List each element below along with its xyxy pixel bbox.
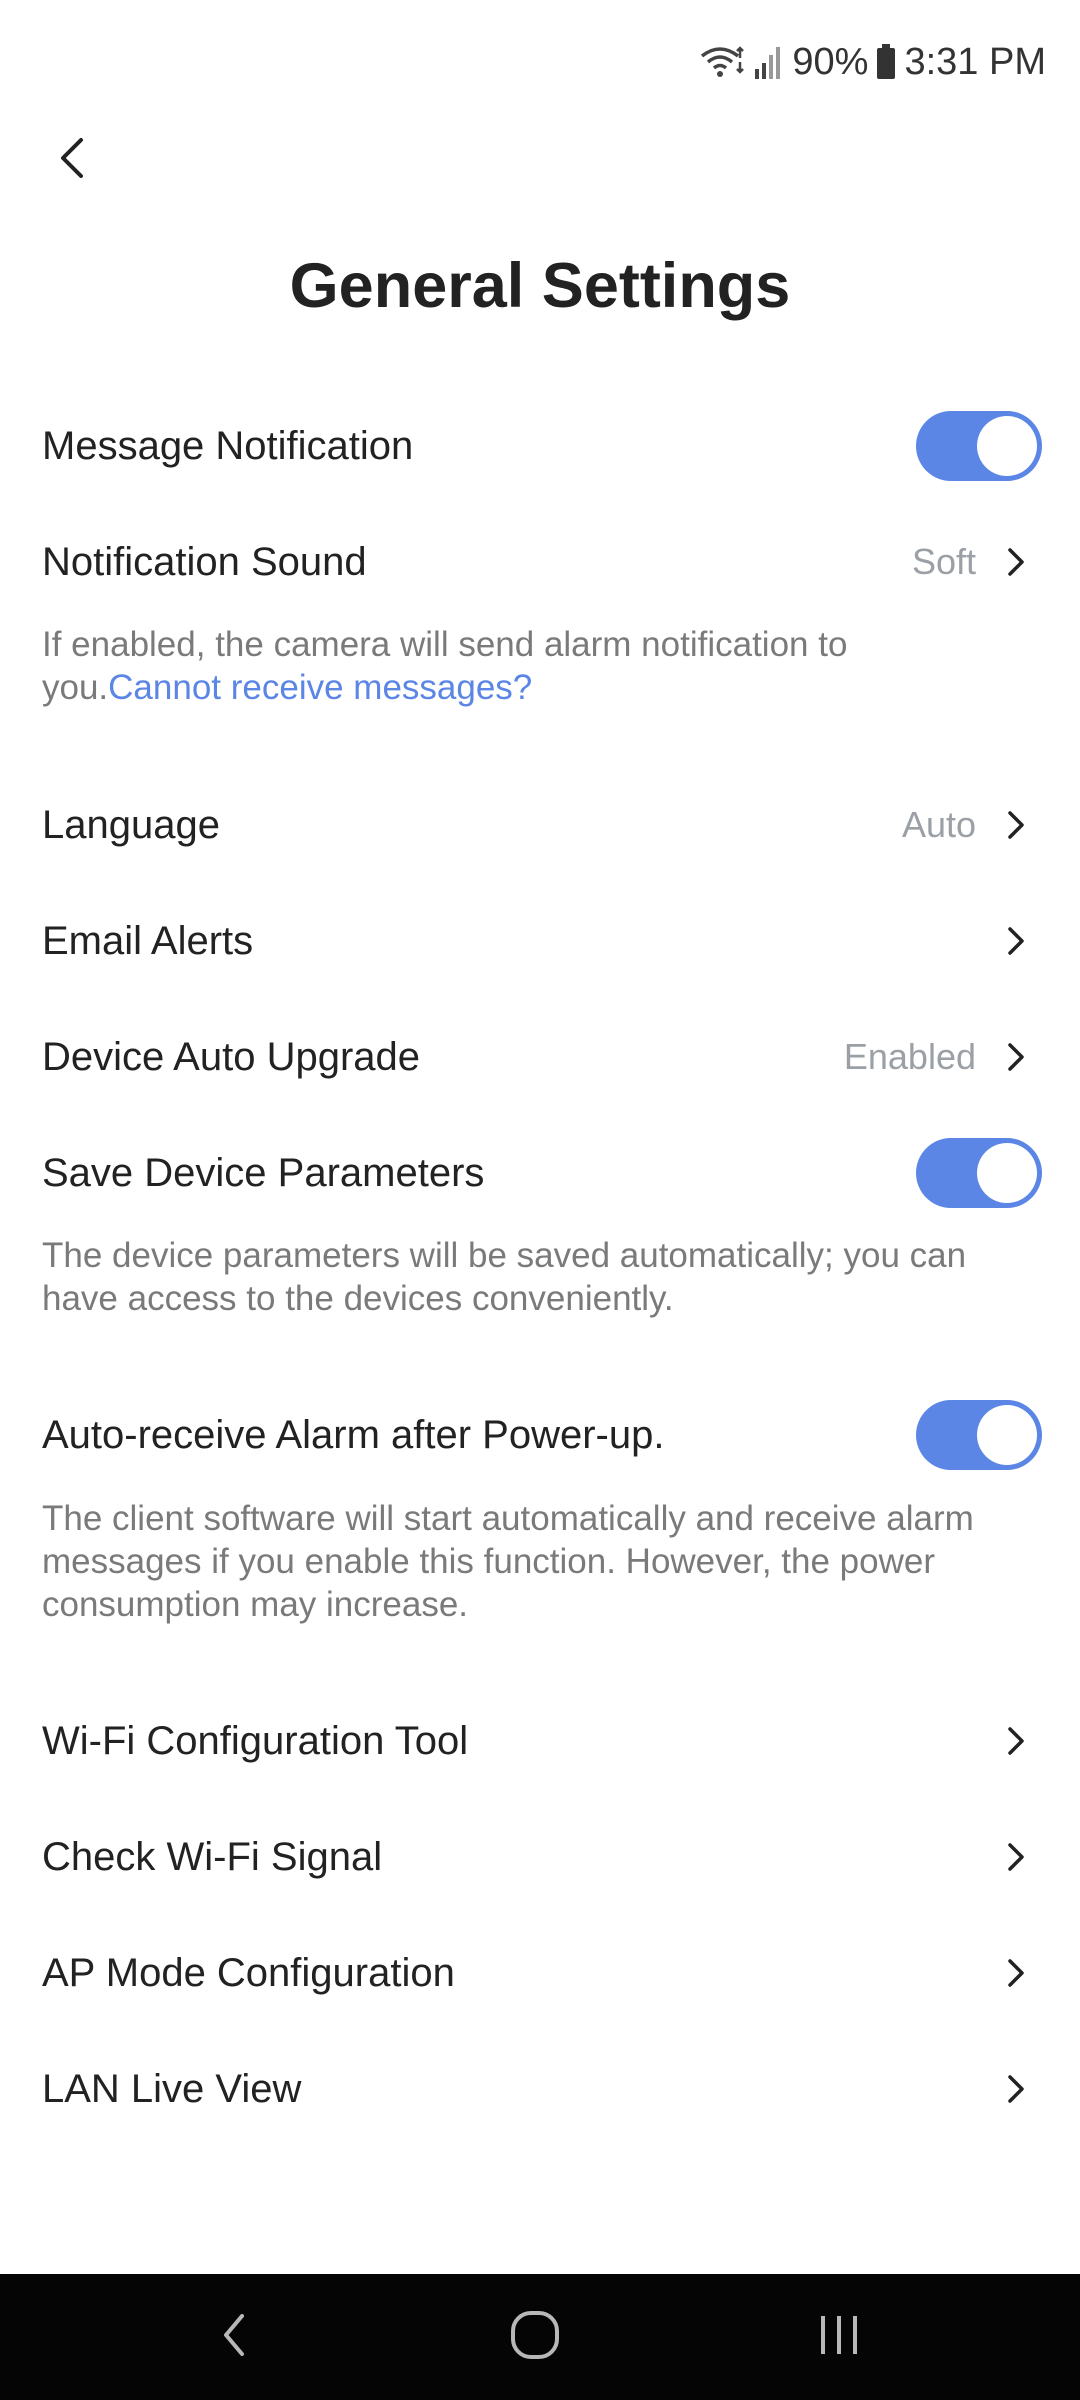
message-notification-label: Message Notification xyxy=(42,423,414,468)
lan-live-view-label: LAN Live View xyxy=(42,2066,302,2111)
cannot-receive-messages-link[interactable]: Cannot receive messages? xyxy=(108,668,532,707)
nav-home-button[interactable] xyxy=(500,2302,570,2372)
device-auto-upgrade-value: Enabled xyxy=(843,1036,976,1077)
system-nav-bar xyxy=(0,2274,1080,2400)
save-device-parameters-label: Save Device Parameters xyxy=(42,1150,485,1195)
battery-percent: 90% xyxy=(792,40,869,83)
chevron-left-icon xyxy=(57,136,87,185)
status-bar: 90% 3:31 PM xyxy=(0,0,1080,120)
chevron-right-icon xyxy=(1002,2069,1030,2109)
language-label: Language xyxy=(42,802,220,847)
nav-back-icon xyxy=(218,2310,248,2365)
toggle-knob xyxy=(977,1405,1037,1465)
toggle-knob xyxy=(977,416,1037,476)
chevron-right-icon xyxy=(1002,921,1030,961)
notification-sound-label: Notification Sound xyxy=(42,539,367,584)
auto-receive-description: The client software will start automatic… xyxy=(42,1499,974,1624)
chevron-right-icon xyxy=(1002,805,1030,845)
check-wifi-signal-row[interactable]: Check Wi-Fi Signal xyxy=(42,1817,1038,1897)
wifi-icon xyxy=(700,44,746,80)
ap-mode-config-row[interactable]: AP Mode Configuration xyxy=(42,1933,1038,2013)
clock: 3:31 PM xyxy=(904,40,1046,83)
ap-mode-config-label: AP Mode Configuration xyxy=(42,1950,455,1995)
chevron-right-icon xyxy=(1002,1953,1030,1993)
chevron-right-icon xyxy=(1002,1837,1030,1877)
check-wifi-signal-label: Check Wi-Fi Signal xyxy=(42,1834,383,1879)
email-alerts-label: Email Alerts xyxy=(42,918,254,963)
save-device-parameters-toggle[interactable] xyxy=(916,1138,1042,1208)
signal-icon xyxy=(754,45,784,79)
battery-icon xyxy=(876,44,896,80)
back-button[interactable] xyxy=(40,128,104,192)
nav-home-icon xyxy=(509,2309,561,2366)
email-alerts-row[interactable]: Email Alerts xyxy=(42,901,1038,981)
auto-receive-alarm-label: Auto-receive Alarm after Power-up. xyxy=(42,1412,665,1457)
notification-description: If enabled, the camera will send alarm n… xyxy=(42,623,1020,709)
chevron-right-icon xyxy=(1002,542,1030,582)
message-notification-toggle[interactable] xyxy=(916,411,1042,481)
language-value: Auto xyxy=(901,804,976,845)
save-device-parameters-row: Save Device Parameters xyxy=(42,1133,1042,1213)
chevron-right-icon xyxy=(1002,1721,1030,1761)
page-title: General Settings xyxy=(289,251,791,321)
auto-receive-alarm-toggle[interactable] xyxy=(916,1400,1042,1470)
device-auto-upgrade-row[interactable]: Device Auto Upgrade Enabled xyxy=(42,1017,1038,1097)
nav-recents-button[interactable] xyxy=(804,2302,874,2372)
save-params-description: The device parameters will be saved auto… xyxy=(42,1236,967,1318)
status-icons: 90% 3:31 PM xyxy=(700,38,1046,86)
message-notification-row: Message Notification xyxy=(42,406,1042,486)
toggle-knob xyxy=(977,1143,1037,1203)
device-auto-upgrade-label: Device Auto Upgrade xyxy=(42,1034,421,1079)
notification-sound-row[interactable]: Notification Sound Soft xyxy=(42,522,1038,602)
language-row[interactable]: Language Auto xyxy=(42,785,1038,865)
nav-back-button[interactable] xyxy=(198,2302,268,2372)
notification-sound-value: Soft xyxy=(911,541,976,582)
auto-receive-alarm-row: Auto-receive Alarm after Power-up. xyxy=(42,1395,1042,1475)
nav-recents-icon xyxy=(816,2312,862,2363)
chevron-right-icon xyxy=(1002,1037,1030,1077)
lan-live-view-row[interactable]: LAN Live View xyxy=(42,2049,1038,2129)
wifi-config-tool-label: Wi-Fi Configuration Tool xyxy=(42,1718,469,1763)
wifi-config-tool-row[interactable]: Wi-Fi Configuration Tool xyxy=(42,1701,1038,1781)
